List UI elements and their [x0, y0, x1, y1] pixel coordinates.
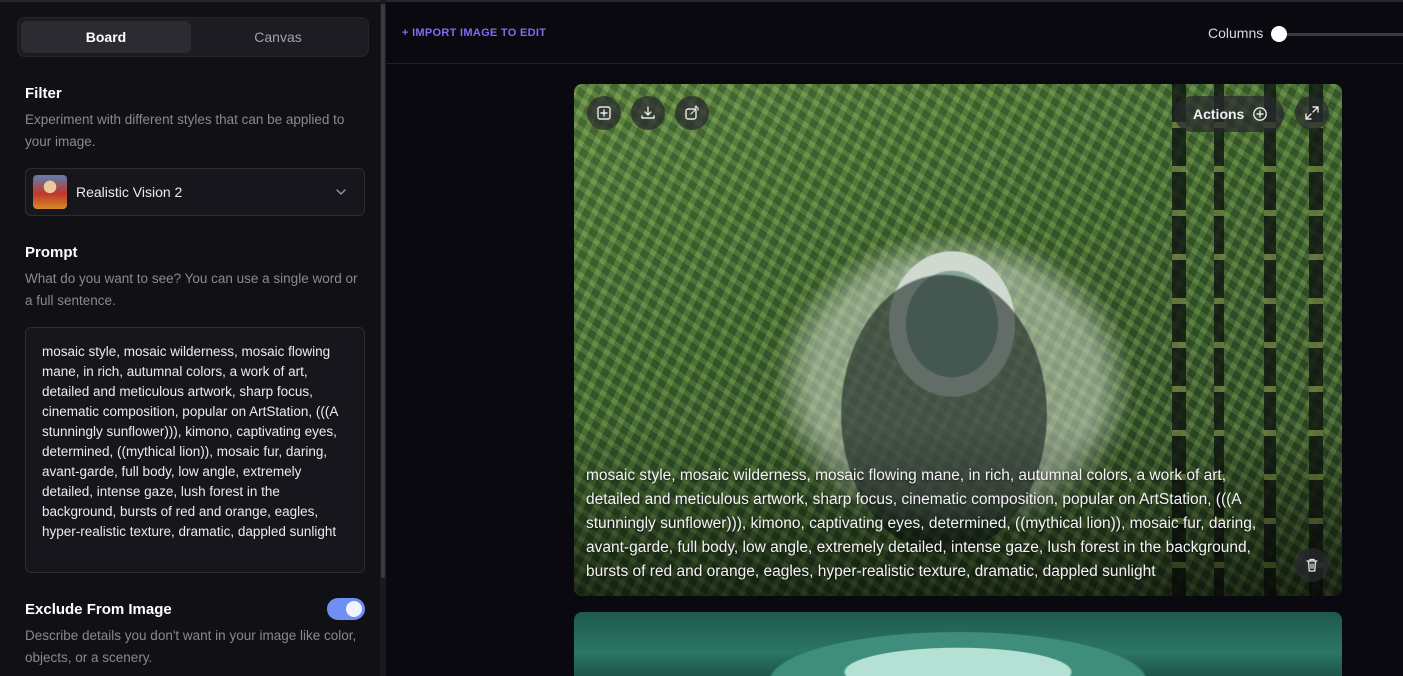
edit-image-button[interactable] [675, 96, 709, 130]
actions-button[interactable]: Actions [1174, 96, 1284, 132]
prompt-title: Prompt [25, 244, 78, 261]
mode-tabs: Board Canvas [17, 17, 369, 57]
import-image-link[interactable]: + IMPORT IMAGE TO EDIT [402, 27, 546, 39]
top-bar: + IMPORT IMAGE TO EDIT Columns [386, 0, 1403, 64]
sidebar: Board Canvas Filter Experiment with diff… [0, 0, 380, 676]
filter-description: Experiment with different styles that ca… [25, 112, 345, 149]
add-to-canvas-button[interactable] [587, 96, 621, 130]
exclude-description: Describe details you don't want in your … [25, 628, 357, 665]
image-caption: mosaic style, mosaic wilderness, mosaic … [586, 467, 1257, 580]
tab-board[interactable]: Board [21, 21, 191, 53]
prompt-description: What do you want to see? You can use a s… [25, 271, 358, 308]
plus-circle-icon [1253, 107, 1267, 121]
chevron-down-icon [336, 189, 346, 195]
expand-icon [1305, 106, 1319, 120]
download-icon [641, 106, 655, 119]
style-select-value: Realistic Vision 2 [76, 184, 183, 200]
style-thumbnail [33, 175, 67, 209]
tab-canvas[interactable]: Canvas [193, 21, 363, 53]
exclude-toggle[interactable] [327, 598, 365, 620]
filter-title: Filter [25, 85, 62, 102]
sidebar-scrollbar[interactable] [380, 0, 386, 676]
prompt-input[interactable]: mosaic style, mosaic wilderness, mosaic … [25, 327, 365, 573]
image-card[interactable] [574, 612, 1342, 676]
delete-button[interactable] [1295, 548, 1329, 582]
columns-slider-handle[interactable] [1271, 26, 1287, 42]
edit-image-icon [685, 105, 699, 120]
columns-label: Columns [1208, 25, 1264, 41]
trash-icon [1306, 558, 1318, 572]
expand-button[interactable] [1295, 96, 1329, 130]
scrollbar-thumb[interactable] [381, 4, 385, 578]
add-to-canvas-icon [597, 106, 611, 120]
columns-slider-track[interactable] [1278, 33, 1403, 36]
style-select[interactable]: Realistic Vision 2 [25, 168, 365, 216]
toggle-knob [346, 601, 362, 617]
download-button[interactable] [631, 96, 665, 130]
actions-label: Actions [1193, 106, 1245, 122]
image-card[interactable]: Actions mosaic style, mosaic wilderness,… [574, 84, 1342, 596]
exclude-title: Exclude From Image [25, 601, 172, 618]
